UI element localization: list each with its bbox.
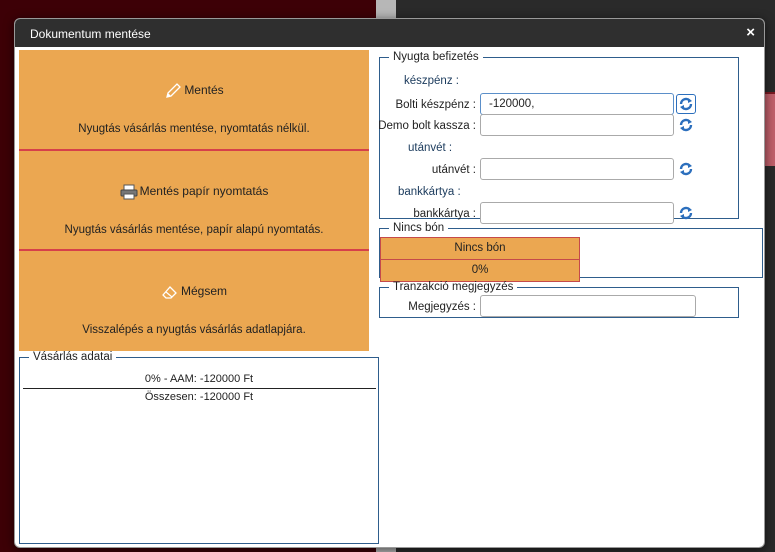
transaction-note-legend: Tranzakció megjegyzés [393, 281, 514, 293]
no-receipt-panel: Nincs bón Nincs bón 0% [379, 222, 763, 282]
save-document-dialog: Dokumentum mentése × Mentés Nyugtás vásá… [14, 18, 765, 548]
refresh-icon[interactable] [676, 94, 696, 114]
vat-row-value: -120000 Ft [199, 373, 254, 385]
demo-register-input[interactable] [480, 114, 674, 136]
note-label: Megjegyzés : [408, 301, 476, 313]
transaction-note-panel: Tranzakció megjegyzés Megjegyzés : [379, 281, 739, 318]
save-button[interactable]: Mentés Nyugtás vásárlás mentése, nyomtat… [19, 50, 369, 150]
cancel-button[interactable]: Mégsem Visszalépés a nyugtás vásárlás ad… [19, 251, 369, 351]
card-group-label: bankkártya : [398, 186, 461, 198]
summary-divider [23, 388, 376, 389]
save-print-button-description: Nyugtás vásárlás mentése, papír alapú ny… [64, 224, 324, 236]
purchase-data-legend: Vásárlás adatai [33, 351, 113, 363]
printer-icon [120, 184, 138, 200]
total-row-value: -120000 Ft [199, 391, 254, 403]
refresh-icon[interactable] [677, 116, 697, 136]
cod-group-label: utánvét : [408, 142, 453, 154]
save-print-button-head: Mentés papír nyomtatás [19, 184, 369, 200]
no-receipt-value[interactable]: 0% [380, 259, 580, 282]
save-button-head: Mentés [19, 83, 369, 99]
vat-row-label: 0% - AAM: [144, 373, 197, 385]
total-row-label: Összesen: [144, 391, 197, 403]
close-icon[interactable]: × [746, 24, 755, 41]
refresh-icon[interactable] [677, 160, 697, 180]
save-print-button[interactable]: Mentés papír nyomtatás Nyugtás vásárlás … [19, 151, 369, 251]
vat-row: 0% - AAM: -120000 Ft [20, 373, 378, 385]
total-row: Összesen: -120000 Ft [20, 391, 378, 403]
dialog-title: Dokumentum mentése [30, 27, 151, 41]
demo-register-label: Demo bolt kassza : [378, 120, 476, 132]
cash-group-label: készpénz : [404, 75, 459, 87]
save-print-button-label: Mentés papír nyomtatás [139, 184, 269, 199]
refresh-icon[interactable] [677, 204, 697, 224]
no-receipt-header: Nincs bón [380, 237, 580, 260]
save-button-description: Nyugtás vásárlás mentése, nyomtatás nélk… [78, 123, 310, 135]
store-cash-label: Bolti készpénz : [395, 99, 476, 111]
cancel-button-label: Mégsem [180, 284, 227, 299]
save-button-label: Mentés [184, 83, 224, 98]
card-label: bankkártya : [413, 208, 476, 220]
note-input[interactable] [480, 295, 696, 317]
card-input[interactable] [480, 202, 674, 224]
cancel-button-head: Mégsem [19, 284, 369, 300]
cod-label: utánvét : [431, 164, 476, 176]
cod-input[interactable] [480, 158, 674, 180]
receipt-payment-panel: Nyugta befizetés készpénz : Bolti készpé… [378, 51, 739, 224]
receipt-payment-legend: Nyugta befizetés [393, 51, 479, 63]
purchase-data-panel: Vásárlás adatai 0% - AAM: -120000 Ft Öss… [19, 351, 379, 544]
background-accent [764, 94, 775, 166]
pencil-icon [164, 83, 182, 99]
no-receipt-legend: Nincs bón [393, 222, 445, 234]
eraser-icon [161, 284, 179, 300]
dialog-titlebar: Dokumentum mentése × [15, 19, 764, 47]
cancel-button-description: Visszalépés a nyugtás vásárlás adatlapjá… [82, 324, 306, 336]
store-cash-input[interactable] [480, 93, 674, 115]
